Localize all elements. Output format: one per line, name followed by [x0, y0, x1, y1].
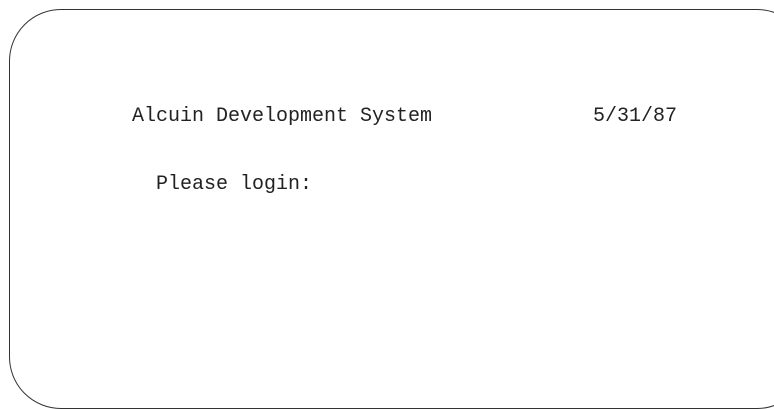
terminal-screen	[9, 9, 774, 409]
login-prompt-line[interactable]: Please login:	[132, 155, 312, 195]
system-name: Alcuin Development System	[132, 105, 433, 128]
system-date: 5/31/87	[593, 105, 678, 128]
login-prompt: Please login:	[156, 173, 313, 196]
